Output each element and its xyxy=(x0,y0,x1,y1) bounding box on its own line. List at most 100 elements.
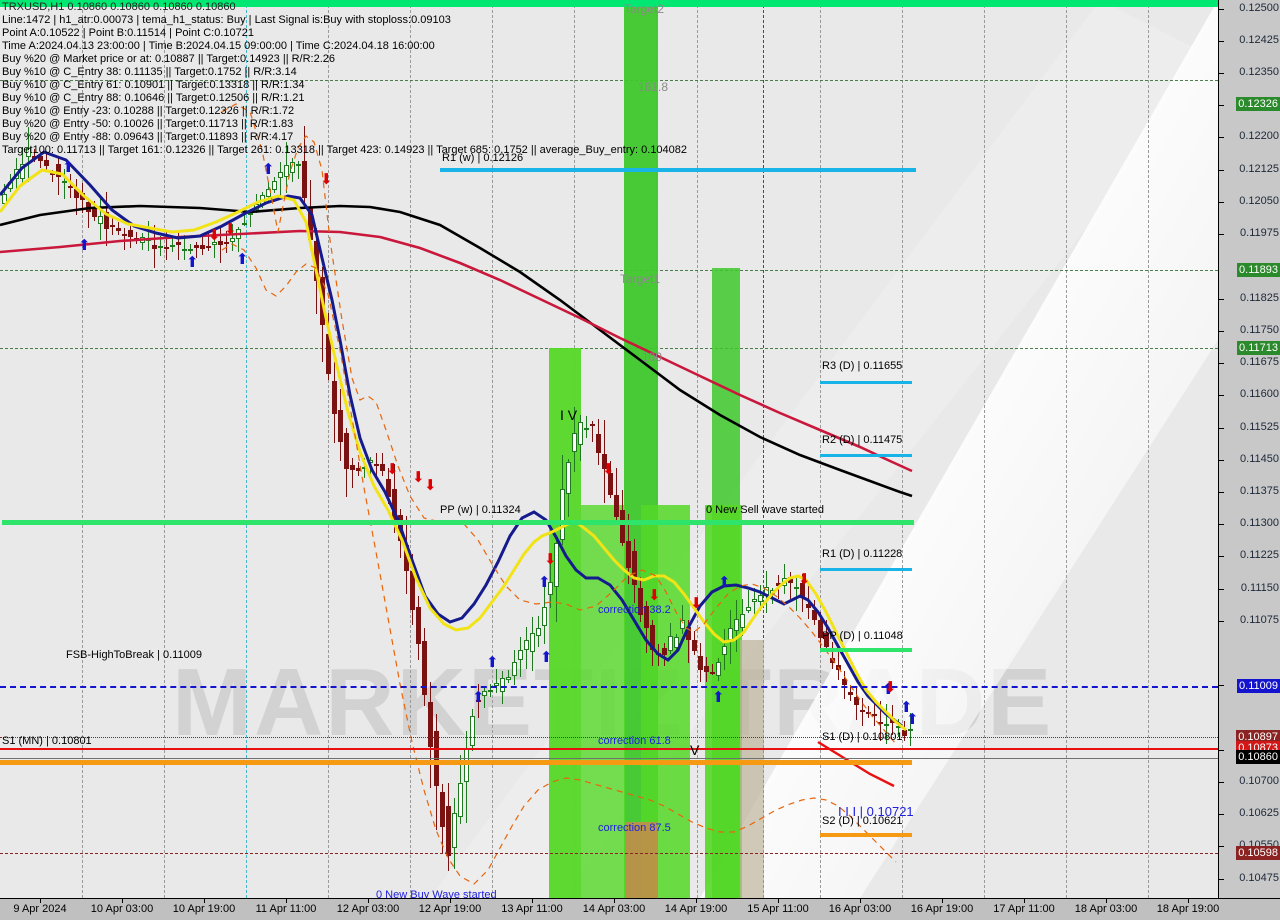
price-tick-mark xyxy=(1219,395,1224,397)
price-tick-mark xyxy=(1219,234,1224,236)
buy-signal-arrow-icon: ⬆ xyxy=(62,159,75,176)
chart-plot-area[interactable]: MARKETIZ TRADE xyxy=(0,0,1218,898)
sell-signal-arrow-icon: ⬇ xyxy=(798,571,811,588)
level-line-s2-daily xyxy=(820,833,912,837)
sell-signal-arrow-icon: ⬇ xyxy=(320,171,333,188)
new-buy-wave-note: 0 New Buy Wave started xyxy=(376,889,497,898)
buy-signal-arrow-icon: ⬆ xyxy=(906,711,919,728)
ma-black-line xyxy=(0,204,913,498)
buy-signal-arrow-icon: ⬆ xyxy=(78,237,91,254)
price-tick-mark xyxy=(1219,749,1224,751)
price-tick-mark xyxy=(1219,427,1224,429)
level-line-pp-weekly xyxy=(2,520,914,525)
price-tick-label: 0.11750 xyxy=(1240,323,1279,336)
envelope-orange-lower xyxy=(221,243,897,885)
time-tick-label: 9 Apr 2024 xyxy=(13,903,67,915)
level-line-s1-monthly xyxy=(0,760,912,765)
buy-signal-arrow-icon: ⬆ xyxy=(236,251,249,268)
chart-info-line: Line:1472 | h1_atr:0.00073 | tema_h1_sta… xyxy=(2,14,451,26)
price-tick-label: 0.11525 xyxy=(1240,420,1279,433)
wave-label-iv: I V xyxy=(560,407,578,423)
time-tick-label: 10 Apr 19:00 xyxy=(172,903,236,915)
target-161-tag: 0.12326 xyxy=(1236,97,1280,111)
time-tick-label: 18 Apr 19:00 xyxy=(1156,903,1220,915)
time-tick-label: 12 Apr 03:00 xyxy=(336,903,400,915)
sell-signal-arrow-icon: ⬇ xyxy=(648,587,661,604)
chart-info-line: Buy %20 @ Entry -50: 0.10026 || Target:0… xyxy=(2,118,294,130)
price-tick-label: 0.11225 xyxy=(1240,549,1279,562)
level-label-pp-weekly: PP (w) | 0.11324 xyxy=(440,504,521,516)
buy-signal-arrow-icon: ⬆ xyxy=(538,574,551,591)
level-label-r2-daily: R2 (D) | 0.11475 xyxy=(822,434,903,446)
price-tick-mark xyxy=(1219,363,1224,365)
chart-info-line: Buy %10 @ C_Entry 38: 0.11135 || Target:… xyxy=(2,66,297,78)
price-tick-label: 0.12125 xyxy=(1239,162,1279,175)
level-label-s2-daily: S2 (D) | 0.10621 xyxy=(822,815,903,827)
low-price-tag: 0.10598 xyxy=(1236,846,1280,860)
ma-yellow-line xyxy=(0,168,907,732)
buy-signal-arrow-icon: ⬆ xyxy=(262,161,275,178)
level-line-bid xyxy=(0,758,1218,759)
chart-info-line: Buy %20 @ Entry -88: 0.09643 || Target:0… xyxy=(2,131,294,143)
target-entry-tag: 0.11893 xyxy=(1237,263,1280,277)
price-tick-mark xyxy=(1219,330,1224,332)
buy-signal-arrow-icon: ⬆ xyxy=(486,654,499,671)
fsb-price-tag: 0.11009 xyxy=(1237,679,1280,693)
price-tick-mark xyxy=(1219,73,1224,75)
buy-signal-arrow-icon: ⬆ xyxy=(472,689,485,706)
price-tick-label: 0.11675 xyxy=(1240,356,1279,369)
new-sell-wave-note: 0 New Sell wave started xyxy=(706,504,824,516)
price-tick-mark xyxy=(1219,846,1224,848)
sell-signal-arrow-icon: ⬇ xyxy=(424,477,437,494)
correction-label-38-2: correction 38.2 xyxy=(598,604,671,616)
price-tick-mark xyxy=(1219,588,1224,590)
price-tick-mark xyxy=(1219,459,1224,461)
price-tick-label: 0.12500 xyxy=(1239,1,1279,14)
ma-red-line xyxy=(0,229,913,473)
sell-signal-arrow-icon: ⬇ xyxy=(690,595,703,612)
price-tick-mark xyxy=(1219,814,1224,816)
price-tick-label: 0.11600 xyxy=(1240,388,1279,401)
price-tick-mark xyxy=(1219,137,1224,139)
sell-signal-arrow-icon: ⬇ xyxy=(224,221,237,238)
level-line-r3-daily xyxy=(820,381,912,384)
price-tick-label: 0.10700 xyxy=(1239,774,1279,787)
price-tick-mark xyxy=(1219,685,1224,687)
time-tick-label: 18 Apr 03:00 xyxy=(1074,903,1138,915)
time-axis[interactable]: 9 Apr 2024 10 Apr 03:00 10 Apr 19:00 11 Apr… xyxy=(0,898,1280,920)
price-tick-label: 0.11300 xyxy=(1240,517,1279,530)
price-tick-label: 0.11375 xyxy=(1240,484,1279,497)
level-line-r2-daily xyxy=(820,454,912,457)
price-tick-mark xyxy=(1219,105,1224,107)
price-axis[interactable]: 0.125000.124250.123500.122750.122000.121… xyxy=(1218,0,1280,898)
level-label-s1-monthly: S1 (MN) | 0.10801 xyxy=(2,735,92,747)
time-tick-label: 14 Apr 19:00 xyxy=(664,903,728,915)
correction-label-87-5: correction 87.5 xyxy=(598,822,671,834)
price-tick-mark xyxy=(1219,524,1224,526)
price-tick-label: 0.10625 xyxy=(1239,807,1279,820)
sell-signal-arrow-icon: ⬇ xyxy=(386,461,399,478)
buy-signal-arrow-icon: ⬆ xyxy=(718,574,731,591)
price-tick-mark xyxy=(1219,40,1224,42)
time-tick-label: 15 Apr 11:00 xyxy=(747,903,809,915)
level-line-stop xyxy=(0,748,1218,750)
buy-signal-arrow-icon: ⬆ xyxy=(540,649,553,666)
price-tick-label: 0.11150 xyxy=(1240,581,1279,594)
time-tick-label: 10 Apr 03:00 xyxy=(90,903,154,915)
level-line-pp-daily xyxy=(820,648,912,652)
price-tick-label: 0.12425 xyxy=(1239,33,1279,46)
chart-info-line: Time A:2024.04.13 23:00:00 | Time B:2024… xyxy=(2,40,435,52)
price-tick-mark xyxy=(1219,491,1224,493)
level-label-pp-daily: PP (D) | 0.11048 xyxy=(822,630,903,642)
sell-signal-arrow-icon: ⬇ xyxy=(412,469,425,486)
price-tick-mark xyxy=(1219,298,1224,300)
fib-label-100: 100 xyxy=(642,350,663,364)
chart-info-line: Buy %10 @ C_Entry 88: 0.10646 || Target:… xyxy=(2,92,305,104)
time-tick-label: 11 Apr 11:00 xyxy=(255,903,317,915)
chart-info-line: Target100: 0.11713 || Target 161: 0.1232… xyxy=(2,144,688,156)
price-tick-label: 0.11450 xyxy=(1240,452,1279,465)
sell-signal-arrow-icon: ⬇ xyxy=(544,551,557,568)
fib-label-target1: Target1 xyxy=(620,272,661,286)
level-line-low xyxy=(0,853,1218,854)
wave-label-v: V xyxy=(690,742,700,758)
